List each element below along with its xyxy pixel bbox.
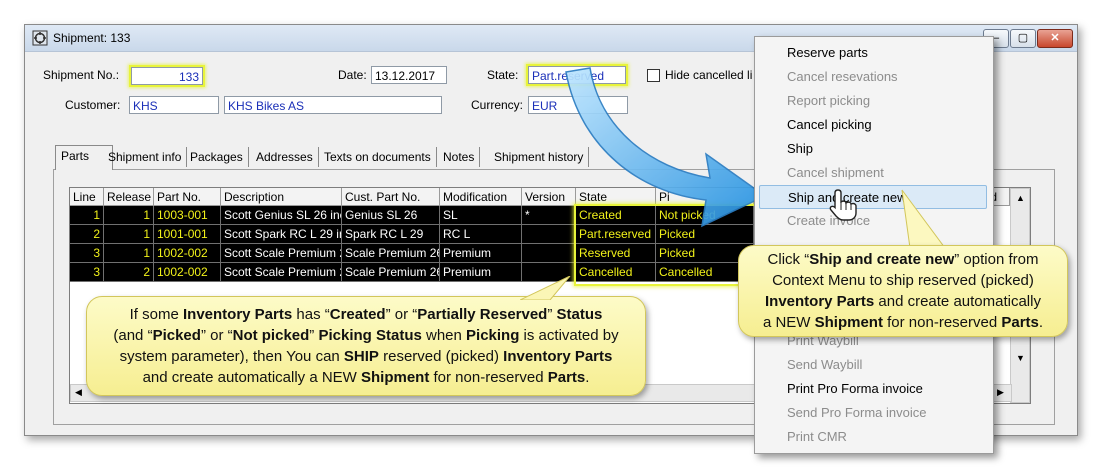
date-label: Date:: [338, 68, 367, 82]
menu-item-print-cmr[interactable]: Print CMR: [787, 425, 847, 449]
callout-right: Click “Ship and create new” option from …: [738, 245, 1068, 337]
callout-right-pointer: [901, 189, 946, 248]
cell-cust-part-no: Genius SL 26: [342, 206, 440, 225]
tab-notes[interactable]: Notes: [438, 147, 481, 167]
cell-description: Scott Scale Premium 2: [221, 263, 342, 282]
callout-left-line-2: (and “Picked” or “Not picked” Picking St…: [113, 327, 619, 344]
column-header-part-no[interactable]: Part No.: [154, 188, 221, 206]
menu-item-reserve-parts[interactable]: Reserve parts: [787, 41, 868, 65]
state-label: State:: [487, 68, 519, 82]
shipment-no-label: Shipment No.:: [43, 68, 120, 82]
hand-cursor-icon: [829, 189, 857, 221]
menu-item-cancel-picking[interactable]: Cancel picking: [787, 113, 872, 137]
menu-item-cancel-reservations[interactable]: Cancel resevations: [787, 65, 898, 89]
cell-part-no: 1001-001: [154, 225, 221, 244]
cell-release: 1: [104, 244, 154, 263]
cell-release: 2: [104, 263, 154, 282]
cell-part-no: 1002-002: [154, 244, 221, 263]
cell-cust-part-no: Scale Premium 26: [342, 263, 440, 282]
tab-shipment-info[interactable]: Shipment info: [103, 147, 188, 167]
cell-release: 1: [104, 225, 154, 244]
customer-label: Customer:: [65, 98, 121, 112]
column-header-description[interactable]: Description: [221, 188, 342, 206]
tab-addresses[interactable]: Addresses: [251, 147, 319, 167]
menu-item-ship[interactable]: Ship: [787, 137, 813, 161]
scroll-down-icon[interactable]: ▼: [1016, 353, 1025, 363]
cell-description: Scott Spark RC L 29 ir: [221, 225, 342, 244]
cell-cust-part-no: Scale Premium 26: [342, 244, 440, 263]
cell-line: 1: [70, 206, 104, 225]
shipment-no-field[interactable]: 133: [131, 67, 203, 85]
callout-left-line-1: If some Inventory Parts has “Created” or…: [129, 306, 603, 323]
cell-version: [522, 244, 576, 263]
cell-modification: Premium: [440, 263, 522, 282]
cell-cust-part-no: Spark RC L 29: [342, 225, 440, 244]
callout-left-line-4: and create automatically a NEW Shipment …: [142, 369, 590, 386]
currency-label: Currency:: [471, 98, 524, 112]
cell-description: Scott Scale Premium 2: [221, 244, 342, 263]
menu-item-send-pro-forma-invoice[interactable]: Send Pro Forma invoice: [787, 401, 926, 425]
cell-line: 3: [70, 244, 104, 263]
column-header-cust-part-no[interactable]: Cust. Part No.: [342, 188, 440, 206]
customer-name-field: KHS Bikes AS: [224, 96, 442, 114]
window-app-icon: [32, 30, 48, 46]
column-header-release[interactable]: Release: [104, 188, 154, 206]
menu-item-print-pro-forma-invoice[interactable]: Print Pro Forma invoice: [787, 377, 923, 401]
cell-description: Scott Genius SL 26 inc: [221, 206, 342, 225]
cell-line: 2: [70, 225, 104, 244]
tab-packages[interactable]: Packages: [185, 147, 249, 167]
tab-texts-on-documents[interactable]: Texts on documents: [319, 147, 437, 167]
callout-right-line-3: Inventory Parts and create automatically: [765, 293, 1041, 310]
cell-part-no: 1002-002: [154, 263, 221, 282]
callout-left-pointer: [520, 276, 571, 300]
cell-part-no: 1003-001: [154, 206, 221, 225]
column-header-modification[interactable]: Modification: [440, 188, 522, 206]
callout-right-line-2: Context Menu to ship reserved (picked): [772, 272, 1034, 289]
cell-modification: RC L: [440, 225, 522, 244]
menu-item-cancel-shipment[interactable]: Cancel shipment: [787, 161, 884, 185]
date-field[interactable]: 13.12.2017: [371, 66, 447, 84]
scroll-up-icon[interactable]: ▲: [1016, 193, 1025, 203]
menu-item-send-waybill[interactable]: Send Waybill: [787, 353, 862, 377]
column-header-line[interactable]: Line: [70, 188, 104, 206]
cell-modification: Premium: [440, 244, 522, 263]
callout-left-line-3: system parameter), then You can SHIP res…: [119, 348, 613, 365]
customer-code-field[interactable]: KHS: [129, 96, 219, 114]
callout-right-line-4: a NEW Shipment for non-reserved Parts.: [762, 314, 1044, 331]
callout-left: If some Inventory Parts has “Created” or…: [86, 296, 646, 396]
window-title: Shipment: 133: [53, 31, 131, 45]
cell-release: 1: [104, 206, 154, 225]
cell-modification: SL: [440, 206, 522, 225]
menu-item-report-picking[interactable]: Report picking: [787, 89, 870, 113]
cell-line: 3: [70, 263, 104, 282]
callout-right-line-1: Click “Ship and create new” option from: [767, 251, 1039, 268]
scroll-left-icon[interactable]: ◀: [75, 387, 82, 398]
close-button[interactable]: ✕: [1037, 29, 1073, 48]
scroll-right-icon[interactable]: ▶: [997, 387, 1004, 398]
maximize-button[interactable]: ▢: [1010, 29, 1036, 48]
